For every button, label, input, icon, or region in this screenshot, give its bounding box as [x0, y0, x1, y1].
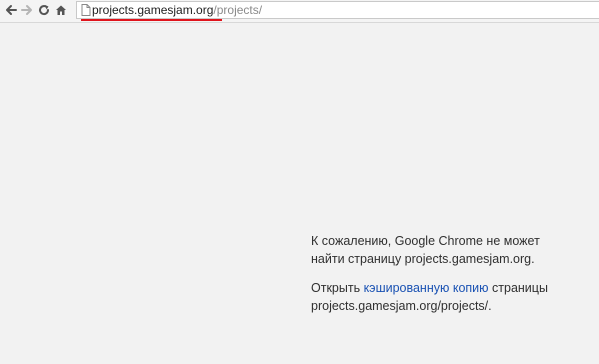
error-message-block: К сожалению, Google Chrome не может найт… [311, 232, 591, 315]
home-icon [56, 5, 66, 15]
url-host: projects.gamesjam.org [92, 3, 214, 17]
arrow-right-icon [21, 5, 32, 15]
cached-copy-link[interactable]: кэшированную копию [364, 281, 489, 295]
home-button[interactable] [53, 2, 69, 18]
open-suffix: страницы [492, 281, 548, 295]
arrow-left-icon [6, 5, 17, 15]
forward-button[interactable] [19, 2, 35, 18]
back-button[interactable] [3, 2, 19, 18]
url-path: /projects/ [213, 3, 263, 17]
url-highlight-underline [81, 19, 222, 21]
error-message-line2: найти страницу projects.gamesjam.org. [311, 252, 535, 266]
error-message: К сожалению, Google Chrome не может найт… [311, 232, 591, 268]
url-text[interactable]: projects.gamesjam.org/projects/ [92, 3, 262, 17]
cached-copy-suggestion: Открыть кэшированную копию страницы proj… [311, 279, 591, 315]
cached-url: projects.gamesjam.org/projects/. [311, 299, 492, 313]
reload-button[interactable] [36, 2, 52, 18]
page-icon [81, 4, 91, 16]
error-message-line1: К сожалению, Google Chrome не может [311, 234, 540, 248]
reload-icon [39, 5, 50, 16]
open-prefix: Открыть [311, 281, 361, 295]
address-bar[interactable]: projects.gamesjam.org/projects/ [76, 1, 599, 19]
